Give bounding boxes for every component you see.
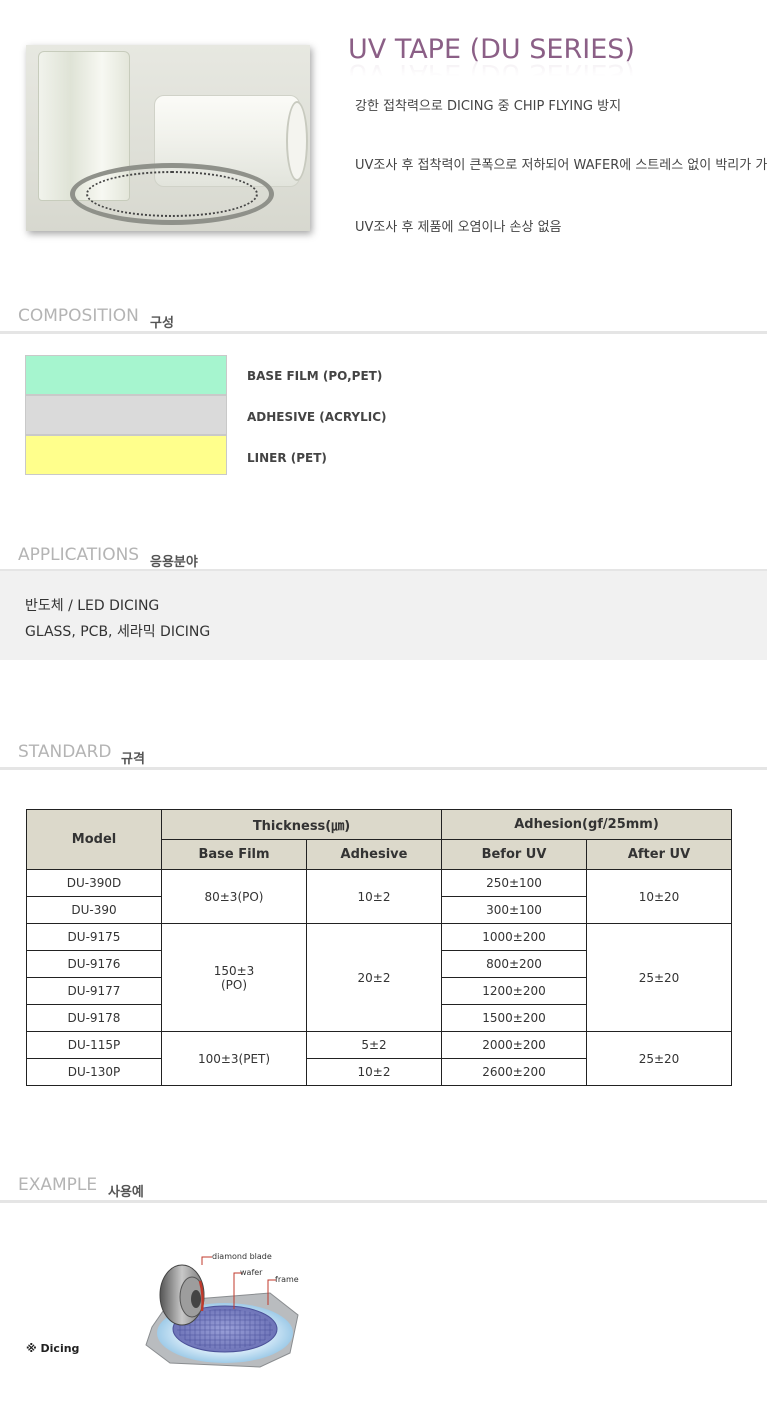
applications-box bbox=[0, 571, 767, 660]
section-divider bbox=[0, 331, 767, 334]
header-adhesion: Adhesion(gf/25mm) bbox=[441, 809, 732, 840]
feature-text-2: UV조사 후 접착력이 큰폭으로 저하되어 WAFER에 스트레스 없이 박리가… bbox=[355, 158, 767, 173]
layer-label-base-film: BASE FILM (PO,PET) bbox=[247, 369, 383, 383]
cell-base-film: 150±3 (PO) bbox=[161, 923, 307, 1032]
blade-spindle-shape bbox=[191, 1290, 201, 1308]
cell-adhesive: 10±2 bbox=[306, 869, 442, 924]
cell-before-uv: 1500±200 bbox=[441, 1004, 587, 1032]
header-after-uv: After UV bbox=[586, 839, 732, 870]
cell-model: DU-9175 bbox=[26, 923, 162, 951]
header-base-film: Base Film bbox=[161, 839, 307, 870]
cell-model: DU-390D bbox=[26, 869, 162, 897]
layer-label-liner: LINER (PET) bbox=[247, 451, 327, 465]
cell-before-uv: 300±100 bbox=[441, 896, 587, 924]
cell-model: DU-9177 bbox=[26, 977, 162, 1005]
wafer-chips bbox=[86, 171, 258, 217]
cell-after-uv: 25±20 bbox=[586, 923, 732, 1032]
table-row: DU-390D 80±3(PO) 10±2 250±100 10±20 bbox=[26, 869, 732, 924]
section-title-en: STANDARD bbox=[18, 742, 112, 762]
cell-base-film-line1: 150±3 bbox=[213, 963, 255, 978]
section-standard: STANDARD 규격 bbox=[0, 742, 767, 767]
layer-label-adhesive: ADHESIVE (ACRYLIC) bbox=[247, 410, 387, 424]
cell-model: DU-130P bbox=[26, 1058, 162, 1086]
application-line-2: GLASS, PCB, 세라믹 DICING bbox=[25, 624, 211, 640]
header-adhesive: Adhesive bbox=[306, 839, 442, 870]
cell-adhesive: 10±2 bbox=[306, 1058, 442, 1086]
cell-before-uv: 1200±200 bbox=[441, 977, 587, 1005]
cell-before-uv: 800±200 bbox=[441, 950, 587, 978]
callout-frame: frame bbox=[275, 1275, 299, 1284]
application-line-1: 반도체 / LED DICING bbox=[25, 598, 160, 614]
table-row: DU-115P 100±3(PET) 5±2 2000±200 25±20 bbox=[26, 1031, 732, 1086]
product-photo bbox=[26, 45, 310, 231]
table-row: DU-9175 150±3 (PO) 20±2 1000±200 25±20 bbox=[26, 923, 732, 1032]
callout-diamond-blade: diamond blade bbox=[212, 1252, 272, 1261]
section-title-en: EXAMPLE bbox=[18, 1175, 98, 1195]
section-title-en: APPLICATIONS bbox=[18, 545, 140, 565]
section-title-ko: 사용예 bbox=[108, 1185, 144, 1200]
cell-adhesive: 5±2 bbox=[306, 1031, 442, 1059]
cell-model: DU-9176 bbox=[26, 950, 162, 978]
section-divider bbox=[0, 767, 767, 770]
section-title-ko: 응용분야 bbox=[150, 555, 198, 570]
feature-text-1: 강한 접착력으로 DICING 중 CHIP FLYING 방지 bbox=[355, 99, 622, 114]
cell-after-uv: 25±20 bbox=[586, 1031, 732, 1086]
header-model: Model bbox=[26, 809, 162, 870]
layer-adhesive bbox=[25, 395, 227, 435]
section-example: EXAMPLE 사용예 bbox=[0, 1175, 767, 1200]
cell-before-uv: 2600±200 bbox=[441, 1058, 587, 1086]
cell-before-uv: 250±100 bbox=[441, 869, 587, 897]
cell-base-film: 100±3(PET) bbox=[161, 1031, 307, 1086]
cell-before-uv: 2000±200 bbox=[441, 1031, 587, 1059]
cell-adhesive: 20±2 bbox=[306, 923, 442, 1032]
example-caption: ※ Dicing bbox=[26, 1342, 80, 1355]
tape-roll-end bbox=[286, 101, 308, 181]
callout-line-blade bbox=[201, 1256, 212, 1265]
page-title-reflection: UV TAPE (DU SERIES) bbox=[348, 58, 635, 89]
section-composition: COMPOSITION 구성 bbox=[0, 306, 767, 331]
layer-liner bbox=[25, 435, 227, 475]
cell-model: DU-9178 bbox=[26, 1004, 162, 1032]
cell-base-film: 80±3(PO) bbox=[161, 869, 307, 924]
cell-base-film-line2: (PO) bbox=[220, 977, 248, 992]
cell-after-uv: 10±20 bbox=[586, 869, 732, 924]
feature-text-3: UV조사 후 제품에 오염이나 손상 없음 bbox=[355, 220, 562, 235]
cell-model: DU-390 bbox=[26, 896, 162, 924]
header-thickness: Thickness(㎛) bbox=[161, 809, 442, 840]
section-divider bbox=[0, 1200, 767, 1203]
section-title-ko: 구성 bbox=[150, 316, 174, 331]
dicing-illustration bbox=[145, 1256, 299, 1368]
section-title-ko: 규격 bbox=[121, 752, 145, 767]
cell-model: DU-115P bbox=[26, 1031, 162, 1059]
section-applications: APPLICATIONS 응용분야 bbox=[0, 545, 767, 570]
cell-before-uv: 1000±200 bbox=[441, 923, 587, 951]
callout-wafer: wafer bbox=[240, 1268, 263, 1277]
layer-base-film bbox=[25, 355, 227, 395]
spec-table: Model Thickness(㎛) Adhesion(gf/25mm) Bas… bbox=[26, 809, 732, 1086]
header-before-uv: Befor UV bbox=[441, 839, 587, 870]
table-header-row: Model Thickness(㎛) Adhesion(gf/25mm) bbox=[26, 809, 732, 870]
section-title-en: COMPOSITION bbox=[18, 306, 139, 326]
